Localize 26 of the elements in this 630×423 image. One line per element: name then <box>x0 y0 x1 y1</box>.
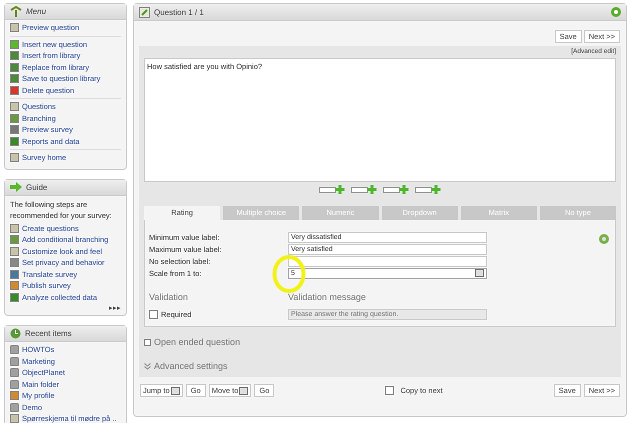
validation-heading: Validation message <box>288 292 366 302</box>
question-title: Question 1 / 1 <box>154 8 204 16</box>
validation-heading: Validation <box>149 292 189 302</box>
panel-title: Menu <box>26 7 46 16</box>
pencil-icon <box>139 6 150 18</box>
insert-icon[interactable] <box>415 185 441 194</box>
insert-icon[interactable] <box>351 185 377 194</box>
copy-checkbox[interactable] <box>385 386 394 395</box>
panel-title: Recent items <box>25 329 72 338</box>
checkbox-label: Open ended question <box>154 337 240 347</box>
panel-title: Guide <box>26 182 48 192</box>
open-ended-checkbox[interactable] <box>144 338 151 346</box>
text-field[interactable] <box>288 256 487 267</box>
advanced-settings-link[interactable]: Advanced settings <box>154 361 228 371</box>
folder-icon <box>10 402 19 412</box>
help-icon[interactable] <box>611 7 621 17</box>
chevron-icon[interactable] <box>144 362 151 370</box>
clock-icon <box>10 328 21 339</box>
arrow-icon <box>10 182 22 192</box>
help-icon[interactable] <box>599 234 609 244</box>
highlight-circle <box>272 255 306 293</box>
item-icon <box>10 391 19 400</box>
insert-icon[interactable] <box>383 185 409 194</box>
insert-icon[interactable] <box>319 185 345 194</box>
item-icon <box>10 414 19 423</box>
required-checkbox[interactable] <box>149 310 158 319</box>
